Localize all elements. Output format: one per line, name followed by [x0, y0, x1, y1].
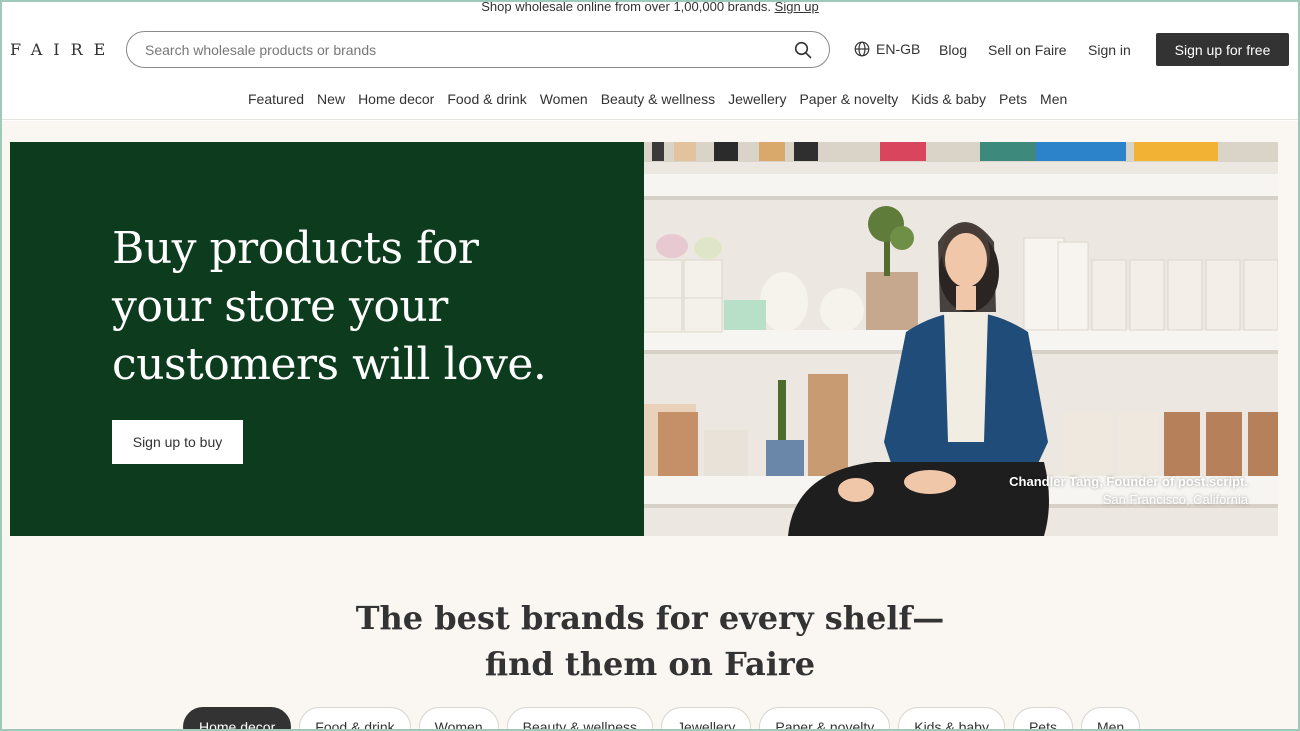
blog-link[interactable]: Blog — [939, 42, 967, 58]
pill-women[interactable]: Women — [418, 707, 499, 731]
pill-kids-baby[interactable]: Kids & baby — [898, 707, 1005, 731]
brands-title-line-1: The best brands for every shelf— — [355, 599, 945, 637]
sign-up-button[interactable]: Sign up for free — [1156, 33, 1289, 66]
search-icon[interactable] — [794, 41, 812, 59]
pill-paper-novelty[interactable]: Paper & novelty — [759, 707, 891, 731]
main-content: Buy products for your store your custome… — [0, 121, 1300, 731]
pill-pets[interactable]: Pets — [1012, 707, 1073, 731]
nav-item-home-decor[interactable]: Home decor — [358, 91, 434, 107]
announcement-bar: Shop wholesale online from over 1,00,000… — [0, 0, 1300, 16]
nav-item-new[interactable]: New — [317, 91, 345, 107]
brands-section-title: The best brands for every shelf— find th… — [0, 595, 1300, 687]
sign-up-to-buy-button[interactable]: Sign up to buy — [112, 420, 243, 464]
sell-on-faire-link[interactable]: Sell on Faire — [988, 42, 1067, 58]
announcement-signup-link[interactable]: Sign up — [775, 0, 819, 14]
pill-jewellery[interactable]: Jewellery — [661, 707, 752, 731]
nav-item-featured[interactable]: Featured — [248, 91, 304, 107]
nav-item-men[interactable]: Men — [1040, 91, 1067, 107]
pill-food-drink[interactable]: Food & drink — [299, 707, 411, 731]
nav-item-kids-baby[interactable]: Kids & baby — [911, 91, 986, 107]
nav-item-pets[interactable]: Pets — [999, 91, 1027, 107]
pill-home-decor[interactable]: Home decor — [183, 707, 292, 731]
search-bar[interactable] — [126, 31, 830, 68]
hero-title: Buy products for your store your custome… — [112, 223, 547, 390]
hero-image: Chandler Tang, Founder of post.script. S… — [644, 142, 1278, 536]
search-input[interactable] — [145, 41, 765, 59]
pill-beauty-wellness[interactable]: Beauty & wellness — [506, 707, 654, 731]
nav-item-jewellery[interactable]: Jewellery — [728, 91, 786, 107]
hero-panel: Buy products for your store your custome… — [10, 142, 644, 536]
nav-item-food-drink[interactable]: Food & drink — [447, 91, 526, 107]
header: FAIRE EN-GB Blog Sell on Faire Sign in S… — [0, 20, 1300, 80]
brands-title-line-2: find them on Faire — [484, 645, 816, 683]
caption-name: Chandler Tang, Founder of post.script. — [1009, 474, 1248, 489]
language-selector[interactable]: EN-GB — [854, 41, 920, 57]
category-pills: Home decor Food & drink Women Beauty & w… — [183, 707, 1141, 731]
nav-item-beauty-wellness[interactable]: Beauty & wellness — [601, 91, 715, 107]
language-label: EN-GB — [876, 41, 921, 57]
nav-item-paper-novelty[interactable]: Paper & novelty — [799, 91, 898, 107]
caption-location: San Francisco, California — [1102, 492, 1248, 507]
announcement-text: Shop wholesale online from over 1,00,000… — [481, 0, 772, 14]
category-nav: Featured New Home decor Food & drink Wom… — [0, 80, 1300, 120]
hero-caption: Chandler Tang, Founder of post.script. S… — [1009, 473, 1248, 509]
globe-icon — [854, 41, 870, 57]
nav-item-women[interactable]: Women — [540, 91, 588, 107]
pill-men[interactable]: Men — [1080, 707, 1141, 731]
faire-logo[interactable]: FAIRE — [10, 40, 116, 59]
sign-in-link[interactable]: Sign in — [1088, 42, 1131, 58]
